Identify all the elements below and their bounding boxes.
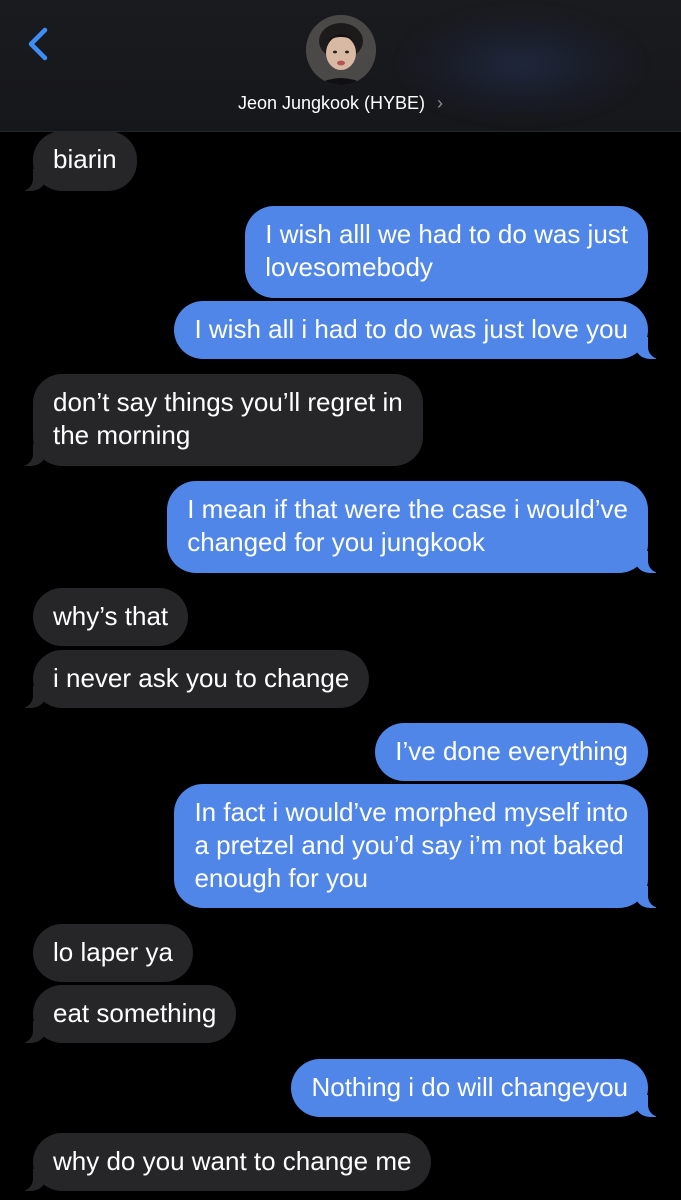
message-bubble-incoming[interactable]: why’s that <box>33 588 189 646</box>
chevron-right-icon: › <box>437 93 444 113</box>
message-text-line: I wish alll we had to do was just <box>265 219 628 249</box>
message-text: why’s that <box>53 601 169 631</box>
message-text: lo laper ya <box>53 937 173 967</box>
message-bubble-outgoing[interactable]: Nothing i do will changeyou <box>291 1059 670 1117</box>
message-text: eat something <box>53 998 217 1028</box>
message-bubble-outgoing[interactable]: I wish all i had to do was just love you <box>174 301 670 359</box>
message-bubble-outgoing[interactable]: I’ve done everything <box>375 723 648 781</box>
message-text: I wish all i had to do was just love you <box>194 314 628 344</box>
message-text: why do you want to change me <box>53 1146 412 1176</box>
chevron-left-icon <box>28 27 48 61</box>
message-text: biarin <box>53 144 117 174</box>
conversation-header: Jeon Jungkook (HYBE) › <box>0 0 681 132</box>
back-button[interactable] <box>18 22 62 66</box>
message-text: I’ve done everything <box>395 736 628 766</box>
message-bubble-incoming[interactable]: why do you want to change me <box>10 1133 432 1191</box>
message-bubble-incoming[interactable]: eat something <box>10 985 237 1043</box>
contact-name: Jeon Jungkook (HYBE) <box>237 93 426 113</box>
message-bubble-incoming[interactable]: biarin <box>11 131 137 191</box>
message-bubble-outgoing[interactable]: I wish alll we had to do was just loveso… <box>245 206 648 298</box>
message-text-line: lovesomebody <box>265 252 433 282</box>
message-bubble-incoming[interactable]: i never ask you to change <box>10 650 370 708</box>
message-bubble-incoming[interactable]: don’t say things you’ll regret in the mo… <box>11 374 423 466</box>
message-bubble-incoming[interactable]: lo laper ya <box>33 924 193 982</box>
message-bubble-outgoing[interactable]: In fact i would’ve morphed myself into a… <box>174 784 670 908</box>
message-text-line: the morning <box>53 420 191 450</box>
message-text-line: enough for you <box>194 863 368 893</box>
message-text-line: changed for you jungkook <box>187 527 485 557</box>
message-text-line: I mean if that were the case i would’ve <box>187 494 628 524</box>
message-text-line: a pretzel and you’d say i’m not baked <box>194 830 624 860</box>
message-text-line: In fact i would’ve morphed myself into <box>194 797 628 827</box>
message-text: i never ask you to change <box>53 663 350 693</box>
message-text: Nothing i do will changeyou <box>311 1072 628 1102</box>
message-text-line: don’t say things you’ll regret in <box>53 387 403 417</box>
contact-name-row[interactable]: Jeon Jungkook (HYBE) › <box>0 89 681 117</box>
contact-avatar[interactable] <box>306 15 376 85</box>
message-bubble-outgoing[interactable]: I mean if that were the case i would’ve … <box>167 481 670 573</box>
avatar-photo <box>306 15 376 85</box>
